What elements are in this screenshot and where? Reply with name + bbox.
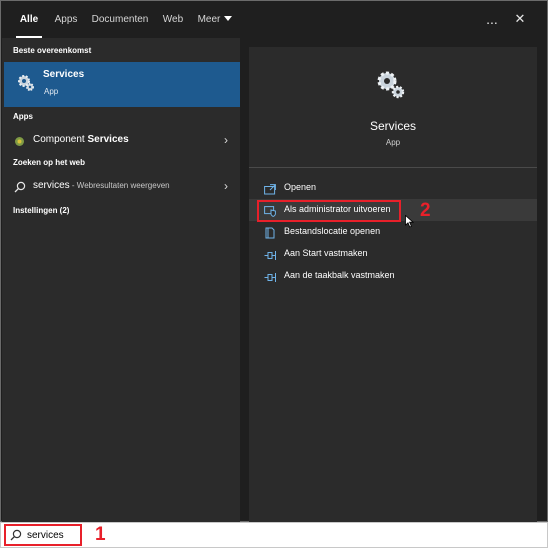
action-label: Bestandslocatie openen	[284, 226, 381, 236]
action-pin-to-taskbar[interactable]: Aan de taakbalk vastmaken	[249, 265, 537, 287]
web-search-header: Zoeken op het web	[13, 158, 86, 167]
tab-documenten[interactable]: Documenten	[88, 2, 152, 38]
preview-panel: Services App Openen Als administrator ui…	[249, 47, 537, 522]
apps-header: Apps	[13, 112, 33, 121]
close-icon[interactable]: ✕	[507, 2, 533, 38]
file-location-icon	[264, 226, 276, 244]
label-highlight: Services	[87, 134, 129, 145]
search-icon	[14, 180, 26, 198]
best-match-subtitle: App	[44, 87, 59, 96]
preview-subtitle: App	[385, 138, 401, 147]
divider	[249, 167, 537, 168]
action-open[interactable]: Openen	[249, 177, 537, 199]
list-item-web-search[interactable]: services - Webresultaten weergeven ›	[4, 174, 240, 198]
open-icon	[264, 182, 276, 200]
web-query: services	[33, 180, 70, 191]
list-item-label: services - Webresultaten weergeven	[33, 180, 170, 191]
best-match-services[interactable]: Services App	[4, 62, 240, 107]
mouse-cursor-icon	[405, 214, 415, 233]
tab-label: Meer	[197, 14, 221, 25]
results-panel: Beste overeenkomst Services App Apps Com…	[2, 38, 240, 522]
tab-alle[interactable]: Alle	[10, 2, 48, 38]
tab-label: Apps	[54, 14, 78, 25]
action-label: Aan de taakbalk vastmaken	[284, 270, 395, 280]
list-item-label: Component Services	[33, 134, 129, 145]
list-item-component-services[interactable]: Component Services ›	[4, 128, 240, 152]
best-match-title: Services	[43, 69, 85, 80]
annotation-highlight-box	[257, 200, 401, 222]
gear-icon	[375, 69, 407, 106]
annotation-step-1: 1	[95, 524, 106, 545]
gear-icon	[16, 73, 36, 98]
action-label: Aan Start vastmaken	[284, 248, 368, 258]
tab-meer[interactable]: Meer	[194, 2, 236, 38]
action-label: Openen	[284, 182, 317, 192]
chevron-down-icon	[224, 16, 233, 21]
best-match-header: Beste overeenkomst	[13, 46, 92, 55]
action-pin-to-start[interactable]: Aan Start vastmaken	[249, 243, 537, 265]
annotation-step-2: 2	[420, 200, 431, 221]
tab-web[interactable]: Web	[156, 2, 190, 38]
label-prefix: Component	[33, 134, 88, 145]
search-bar	[0, 522, 548, 548]
pin-icon	[264, 270, 276, 288]
web-suffix: - Webresultaten weergeven	[69, 181, 170, 190]
pin-icon	[264, 248, 276, 266]
chevron-right-icon[interactable]: ›	[224, 133, 228, 147]
tab-label: Documenten	[91, 14, 149, 25]
settings-header[interactable]: Instellingen (2)	[13, 206, 69, 215]
tab-label: Alle	[19, 14, 39, 25]
action-open-file-location[interactable]: Bestandslocatie openen	[249, 221, 537, 243]
chevron-right-icon[interactable]: ›	[224, 179, 228, 193]
more-options-icon[interactable]: ...	[479, 2, 505, 38]
annotation-highlight-box	[4, 524, 82, 546]
tab-apps[interactable]: Apps	[50, 2, 82, 38]
preview-title: Services	[369, 119, 416, 133]
tab-label: Web	[162, 14, 184, 25]
component-services-icon	[14, 134, 25, 152]
start-search-window: Alle Apps Documenten Web Meer ... ✕ Best…	[0, 0, 548, 522]
search-filter-bar: Alle Apps Documenten Web Meer ... ✕	[2, 2, 547, 38]
